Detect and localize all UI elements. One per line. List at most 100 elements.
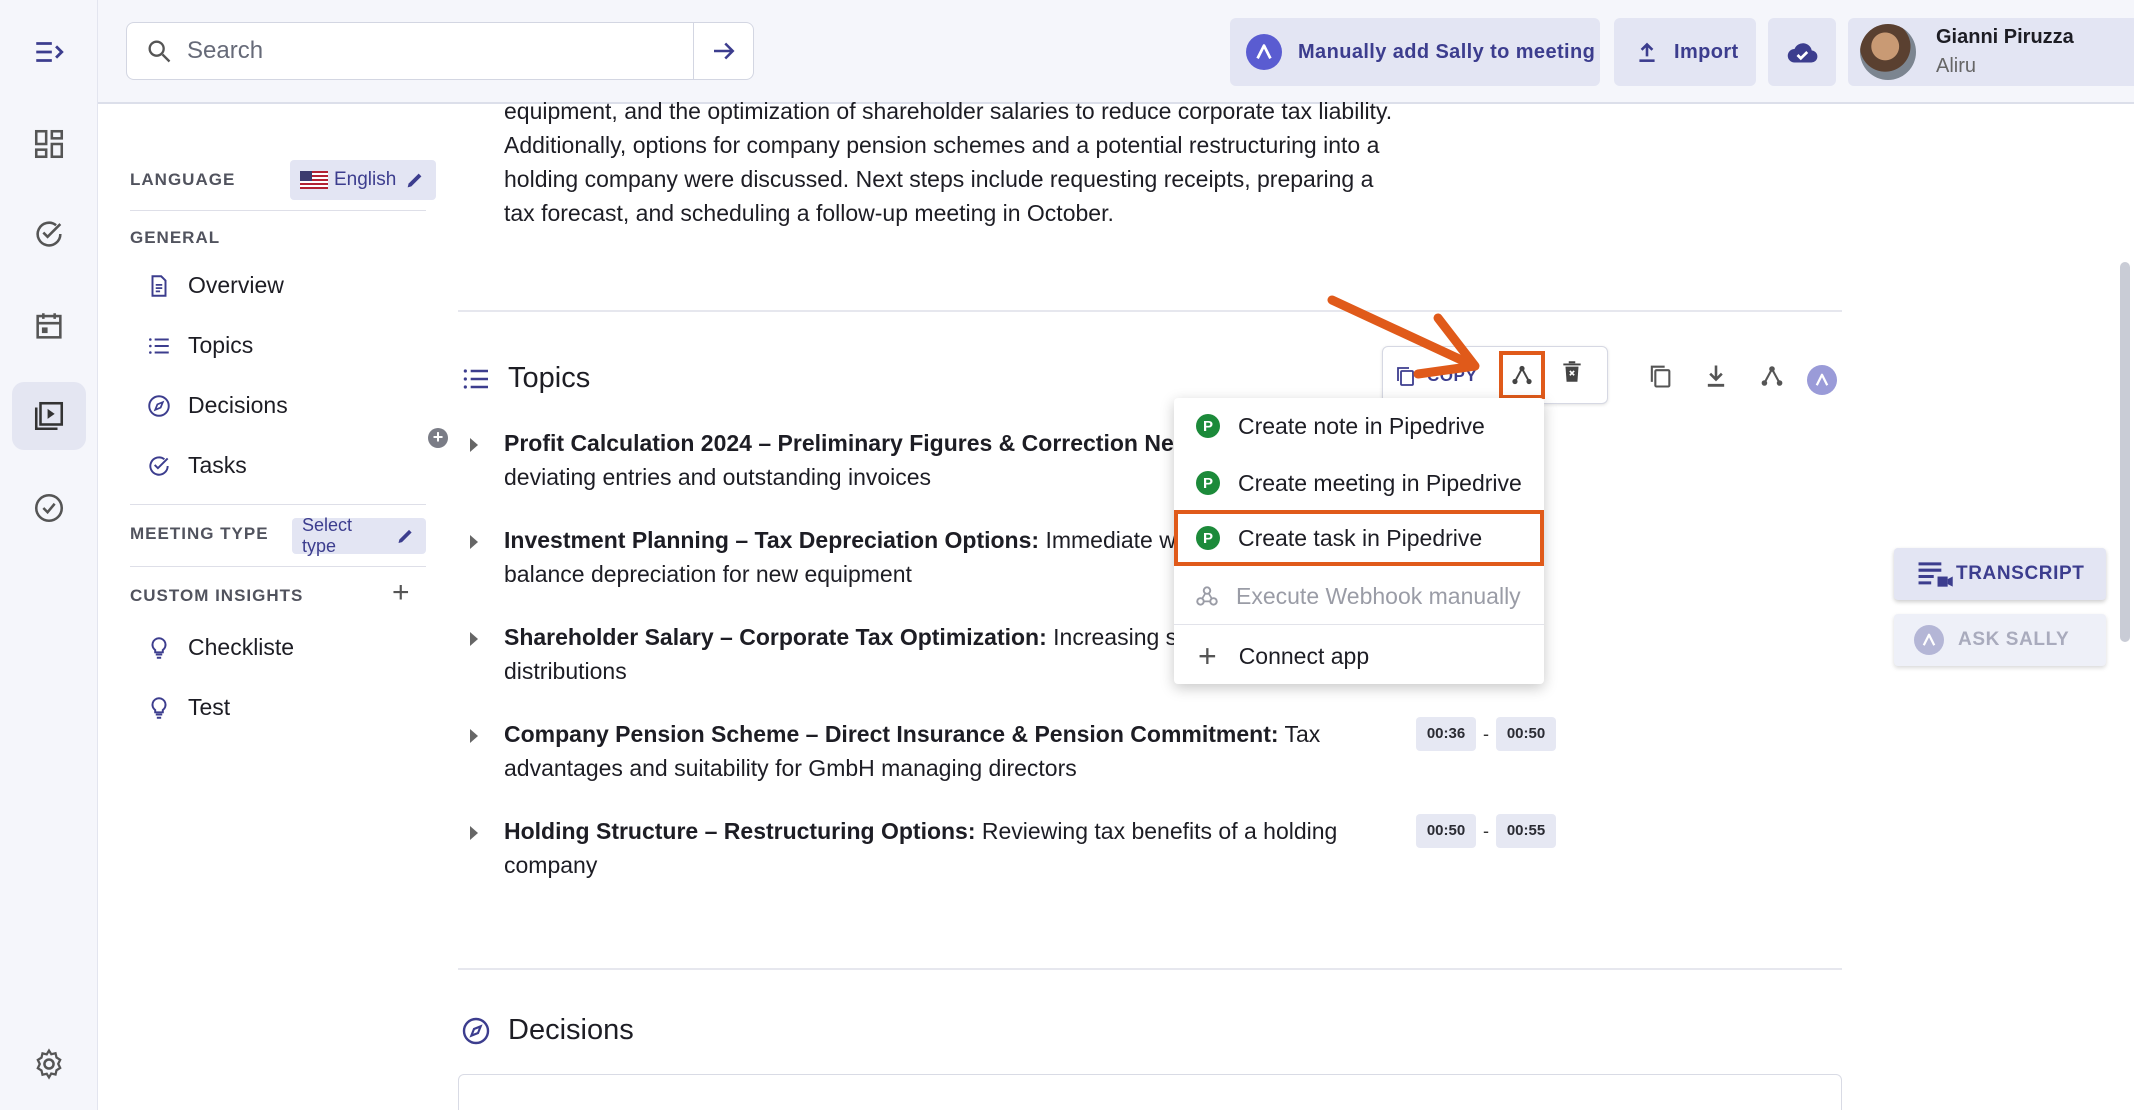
pipedrive-icon: P (1196, 471, 1220, 495)
search-submit-button[interactable] (694, 22, 754, 80)
topics-title: Topics (508, 362, 591, 394)
nav-checkliste[interactable]: Checkliste (146, 634, 294, 661)
nav-tasks-label: Tasks (188, 452, 247, 478)
expand-caret-icon[interactable] (470, 729, 478, 743)
meeting-type-label: MEETING TYPE (130, 524, 269, 543)
document-icon (151, 274, 167, 297)
menu-item-create-meeting[interactable]: P Create meeting in Pipedrive (1174, 455, 1544, 511)
integrations-button[interactable] (1499, 351, 1545, 399)
topic-timestamp: 00:36-00:50 (1416, 717, 1556, 751)
expand-caret-icon[interactable] (470, 632, 478, 646)
add-section-button[interactable]: + (428, 428, 448, 448)
arrow-right-icon (713, 42, 735, 60)
language-value: English (334, 169, 397, 190)
add-sally-label: Manually add Sally to meeting (1298, 40, 1596, 63)
import-button[interactable]: Import (1614, 18, 1756, 86)
search-input[interactable] (187, 37, 667, 65)
timestamp-end-chip[interactable]: 00:50 (1496, 717, 1556, 751)
page-scrollbar[interactable] (2120, 262, 2130, 642)
expand-caret-icon[interactable] (470, 826, 478, 840)
cloud-sync-button[interactable] (1768, 18, 1836, 86)
rail-tasks-button[interactable] (12, 200, 86, 268)
nav-decisions[interactable]: Decisions (146, 392, 288, 419)
decisions-content-box (458, 1074, 1842, 1110)
topic-title: Profit Calculation 2024 – Preliminary Fi… (504, 430, 1201, 456)
timestamp-start-chip[interactable]: 00:36 (1416, 717, 1476, 751)
language-chip[interactable]: English (290, 160, 437, 200)
avatar (1860, 24, 1916, 80)
nav-tasks[interactable]: Tasks (146, 452, 247, 479)
custom-insights-label: CUSTOM INSIGHTS (130, 586, 304, 605)
ask-sally-button[interactable]: ASK SALLY (1894, 614, 2106, 666)
transcript-button[interactable]: TRANSCRIPT (1894, 548, 2106, 600)
add-insight-button[interactable]: + (392, 578, 410, 608)
nav-test[interactable]: Test (146, 694, 230, 721)
topic-desc-2: balance depreciation for new equipment (504, 561, 912, 587)
divider (130, 210, 426, 211)
menu-item-create-note[interactable]: P Create note in Pipedrive (1174, 398, 1544, 454)
delete-button[interactable] (1559, 359, 1585, 390)
download-icon (1707, 365, 1725, 387)
rail-dashboard-button[interactable] (12, 110, 86, 178)
topic-title: Shareholder Salary – Corporate Tax Optim… (504, 624, 1047, 650)
user-menu-button[interactable]: Gianni Piruzza Aliru (1848, 18, 2134, 86)
section-divider (458, 968, 1842, 970)
share-section-button[interactable] (1758, 362, 1786, 395)
calendar-icon (36, 313, 62, 339)
annotation-arrow-icon (1327, 295, 1480, 379)
rail-done-button[interactable] (12, 474, 86, 542)
task-check-icon (149, 455, 169, 476)
plus-icon: + (1198, 638, 1217, 674)
search-box (126, 22, 694, 80)
nav-decisions-label: Decisions (188, 392, 288, 418)
lightbulb-icon (151, 636, 167, 659)
language-label: LANGUAGE (130, 170, 236, 189)
topic-title: Holding Structure – Restructuring Option… (504, 818, 976, 844)
upload-icon (1639, 42, 1655, 62)
timestamp-end-chip[interactable]: 00:55 (1496, 814, 1556, 848)
topic-title: Investment Planning – Tax Depreciation O… (504, 527, 1040, 553)
topic-desc-2: distributions (504, 658, 627, 684)
timestamp-separator: - (1483, 820, 1489, 841)
sally-section-button[interactable] (1807, 365, 1837, 395)
nav-test-label: Test (188, 694, 231, 720)
rail-settings-button[interactable] (12, 1030, 86, 1098)
sally-logo-icon (1815, 373, 1829, 386)
rail-calendar-button[interactable] (12, 292, 86, 360)
rail-recordings-button[interactable] (12, 382, 86, 450)
download-button[interactable] (1702, 362, 1730, 395)
timestamp-start-chip[interactable]: 00:50 (1416, 814, 1476, 848)
nav-topics[interactable]: Topics (146, 332, 253, 359)
menu-collapse-icon (36, 42, 64, 62)
pipedrive-icon: P (1196, 526, 1220, 550)
transcript-icon (1918, 562, 1953, 587)
copy-section-button[interactable] (1646, 362, 1674, 395)
left-rail (0, 0, 98, 1110)
expand-caret-icon[interactable] (470, 535, 478, 549)
topic-desc: Immediate writ (1039, 527, 1195, 553)
webhook-icon (1196, 586, 1218, 606)
add-sally-button[interactable]: Manually add Sally to meeting (1230, 18, 1600, 86)
menu-item-execute-webhook: Execute Webhook manually (1174, 568, 1544, 624)
divider (130, 504, 426, 505)
collapse-menu-button[interactable] (12, 18, 86, 86)
user-org: Aliru (1936, 55, 1977, 77)
pencil-icon (407, 173, 422, 188)
copy-icon (1650, 365, 1671, 388)
dashboard-icon (34, 129, 64, 159)
pipedrive-icon: P (1196, 414, 1220, 438)
share-nodes-icon (1761, 366, 1783, 386)
topic-desc: deviating entries and outstanding invoic… (504, 464, 932, 490)
meeting-type-chip[interactable]: Select type (292, 515, 426, 556)
list-icon (463, 368, 488, 389)
meeting-type-value: Select type (302, 515, 353, 556)
nav-overview[interactable]: Overview (146, 272, 284, 299)
nav-overview-label: Overview (188, 272, 284, 298)
compass-icon (462, 1017, 490, 1044)
menu-item-connect-app[interactable]: + Connect app (1174, 628, 1544, 684)
compass-icon (148, 394, 170, 417)
expand-caret-icon[interactable] (470, 438, 478, 452)
topic-text: Company Pension Scheme – Direct Insuranc… (504, 717, 1364, 785)
menu-item-label: Execute Webhook manually (1236, 582, 1521, 609)
menu-item-create-task[interactable]: P Create task in Pipedrive (1174, 510, 1544, 566)
